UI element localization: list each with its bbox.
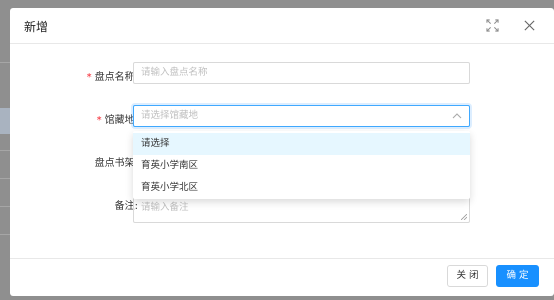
resize-handle-icon[interactable] (461, 214, 467, 220)
chevron-up-icon (452, 113, 462, 119)
close-icon[interactable] (523, 19, 536, 32)
background-divider (0, 62, 10, 63)
background-divider (0, 206, 10, 207)
location-dropdown: 请选择 育英小学南区 育英小学北区 (133, 131, 470, 199)
name-label: * 盘点名称: (86, 72, 138, 83)
background-divider (0, 178, 10, 179)
shelf-label: 盘点书架: (94, 158, 138, 169)
remark-placeholder: 请输入备注 (141, 202, 189, 213)
dialog-header: 新增 (10, 8, 554, 44)
required-mark: * (86, 72, 92, 83)
add-dialog: 新增 *盘点名称: 请输入盘点名称 *馆藏地: 请选择馆藏地 盘点书架: 备 (10, 8, 554, 296)
dialog-title: 新增 (24, 20, 49, 34)
dropdown-option[interactable]: 请选择 (133, 133, 470, 155)
remark-textarea[interactable]: 请输入备注 (133, 196, 470, 223)
fullscreen-icon[interactable] (486, 19, 499, 32)
background-row-highlight (0, 108, 10, 134)
close-button[interactable]: 关 闭 (447, 265, 488, 287)
location-select-placeholder: 请选择馆藏地 (141, 110, 199, 121)
background-divider (0, 234, 10, 235)
location-select[interactable]: 请选择馆藏地 (133, 105, 470, 127)
required-mark: * (96, 115, 102, 126)
dropdown-option[interactable]: 育英小学北区 (133, 177, 470, 199)
background-divider (0, 150, 10, 151)
dialog-footer: 关 闭 确 定 (10, 258, 554, 296)
dropdown-option[interactable]: 育英小学南区 (133, 155, 470, 177)
location-label: * 馆藏地: (96, 115, 138, 126)
confirm-button[interactable]: 确 定 (496, 265, 539, 287)
name-input[interactable]: 请输入盘点名称 (133, 62, 470, 84)
